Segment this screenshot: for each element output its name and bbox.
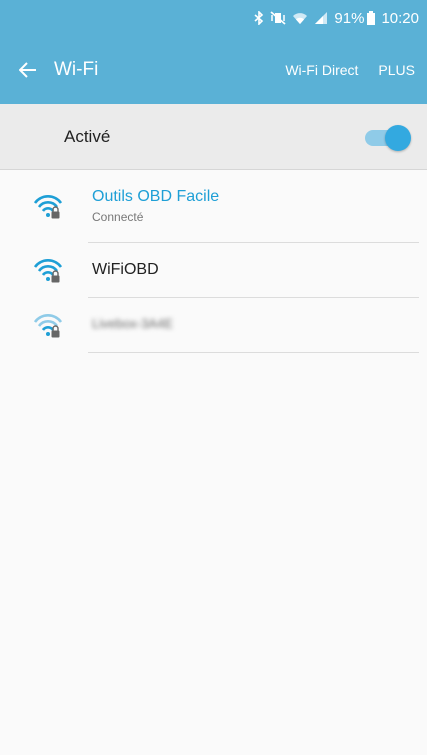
wifi-lock-icon — [33, 195, 63, 219]
network-item-wifiobd[interactable]: WiFiOBD — [0, 243, 427, 298]
wifi-lock-icon — [33, 259, 63, 283]
back-button[interactable] — [0, 36, 56, 104]
network-name: Livebox-3A4E — [92, 316, 173, 331]
battery-percent: 91% — [334, 9, 365, 27]
network-item-blurred[interactable]: Livebox-3A4E — [0, 298, 427, 353]
network-item-outils-obd-facile[interactable]: Outils OBD Facile Connecté — [0, 170, 427, 243]
app-bar: Wi-Fi Wi-Fi Direct PLUS — [0, 36, 427, 104]
wifi-lock-icon — [33, 314, 63, 338]
status-bar: 91% 10:20 — [0, 0, 427, 36]
switch-thumb — [385, 124, 411, 151]
wifi-signal-icon — [292, 11, 308, 25]
network-list: Outils OBD Facile Connecté WiFiOBD Liveb… — [0, 170, 427, 353]
network-status: Connecté — [92, 210, 144, 224]
toggle-label: Activé — [64, 126, 111, 146]
wifi-direct-button[interactable]: Wi-Fi Direct — [285, 62, 358, 78]
cell-signal-icon — [314, 11, 328, 25]
divider — [88, 352, 419, 353]
bluetooth-icon — [254, 11, 264, 25]
network-name: WiFiOBD — [92, 261, 159, 278]
clock: 10:20 — [381, 9, 419, 27]
arrow-left-icon — [19, 62, 36, 78]
network-name: Outils OBD Facile — [92, 188, 220, 205]
mute-vibrate-icon — [270, 11, 287, 25]
page-title: Wi-Fi — [54, 59, 99, 80]
more-button[interactable]: PLUS — [378, 62, 415, 78]
wifi-toggle-row[interactable]: Activé — [0, 104, 427, 170]
battery-icon — [367, 11, 376, 25]
wifi-switch[interactable] — [365, 124, 411, 151]
